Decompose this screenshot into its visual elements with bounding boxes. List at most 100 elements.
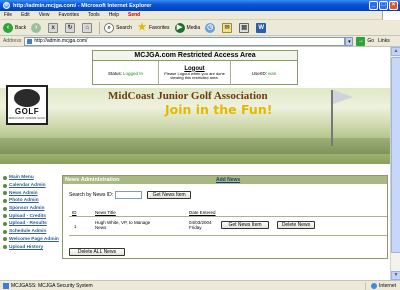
search-label: Search: [116, 24, 132, 31]
history-icon: ◷: [205, 22, 216, 33]
window-title: http://admin.mcjga.com/ - Microsoft Inte…: [13, 2, 152, 9]
row-delete-news-button[interactable]: Delete News: [277, 221, 315, 229]
printer-icon: ▤: [239, 22, 250, 33]
go-arrow-icon: →: [356, 36, 366, 46]
menu-view[interactable]: View: [39, 12, 50, 18]
sidebar-item-main-menu[interactable]: Main Menu: [3, 174, 58, 182]
minimize-button[interactable]: _: [369, 1, 378, 10]
favorites-label: Favorites: [148, 24, 170, 31]
security-zone: Internet: [365, 282, 396, 290]
sidebar-item-sponsor-admin[interactable]: Sponsor Admin: [3, 205, 58, 213]
favorites-button[interactable]: ★ Favorites: [137, 22, 170, 33]
association-name: MidCoast Junior Golf Association: [108, 90, 268, 102]
close-button[interactable]: ×: [389, 1, 398, 10]
menu-edit[interactable]: Edit: [21, 12, 30, 18]
bullet-icon: [3, 175, 7, 180]
title-bar: e http://admin.mcjga.com/ - Microsoft In…: [0, 0, 400, 11]
address-bar: Address http://admin.mcjga.com/ ▾ → Go L…: [0, 36, 400, 47]
media-icon: ▶: [174, 22, 185, 33]
menu-file[interactable]: File: [4, 12, 12, 18]
toolbar-separator: [99, 21, 101, 34]
maximize-button[interactable]: □: [379, 1, 388, 10]
userid-label: UserID:: [251, 70, 267, 76]
scrollbar-thumb[interactable]: [391, 57, 400, 253]
status-label: Status:: [107, 70, 122, 76]
sidebar-item-upload-history[interactable]: Upload History: [3, 243, 58, 251]
history-button[interactable]: ◷: [205, 22, 217, 33]
sidebar-item-news-admin[interactable]: News Admin: [3, 189, 58, 197]
sidebar-item-calendar-admin[interactable]: Calendar Admin: [3, 182, 58, 190]
column-date-entered: Date Entered: [189, 210, 216, 215]
banner-fairway: [0, 154, 390, 164]
sidebar-item-label: Calendar Admin: [9, 183, 46, 189]
go-button[interactable]: → Go: [356, 36, 375, 46]
mail-button[interactable]: ✉: [222, 22, 234, 33]
globe-icon: [371, 283, 378, 289]
sidebar-item-label: Upload - Credits: [9, 213, 47, 219]
menu-tools[interactable]: Tools: [88, 12, 100, 18]
logout-cell: Logout Please Logout when you are done v…: [159, 61, 231, 85]
logout-note: Please Logout when you are done viewing …: [164, 70, 225, 80]
logo-golf-text: GOLF: [14, 107, 40, 116]
access-row: Status: Logged In Logout Please Logout w…: [93, 61, 297, 85]
get-news-item-button[interactable]: Get News Item: [147, 191, 192, 199]
access-title: MCJGA.com Restricted Access Area: [93, 51, 297, 61]
links-button[interactable]: Links: [378, 38, 390, 44]
scroll-up-button[interactable]: ▲: [391, 47, 400, 56]
sidebar-item-welcome-page-admin[interactable]: Welcome Page Admin: [3, 236, 59, 244]
delete-all-news-button[interactable]: Delete ALL News: [69, 248, 125, 256]
menu-favorites[interactable]: Favorites: [58, 12, 79, 18]
go-label: Go: [367, 38, 375, 44]
forward-button[interactable]: ›: [31, 22, 43, 33]
row-title: Hugh White, VP, to Manage News: [95, 220, 151, 230]
word-icon: W: [256, 22, 267, 33]
news-id-input[interactable]: [115, 191, 143, 199]
bullet-icon: [3, 183, 7, 188]
sidebar-item-label: Upload - Results: [9, 221, 47, 227]
refresh-button[interactable]: ↻: [65, 22, 77, 33]
windows-logo: [382, 11, 400, 20]
norton-send-button[interactable]: Send: [128, 12, 140, 18]
sidebar-item-schedule-admin[interactable]: Schedule Admin: [3, 228, 58, 236]
sidebar-item-label: Main Menu: [9, 175, 34, 181]
print-button[interactable]: ▤: [239, 22, 251, 33]
sidebar-item-label: Sponsor Admin: [9, 206, 45, 212]
vertical-scrollbar[interactable]: ▲ ▼: [390, 47, 400, 280]
add-news-link[interactable]: Add News: [216, 177, 240, 183]
panel-title: News Administration: [65, 177, 120, 183]
table-header: ID News Title Date Entered: [69, 209, 387, 217]
address-label: Address: [3, 38, 22, 44]
news-admin-panel: News Administration Add News Search by N…: [62, 175, 388, 259]
sidebar-item-photo-admin[interactable]: Photo Admin: [3, 197, 58, 205]
menu-help[interactable]: Help: [109, 12, 119, 18]
column-news-title: News Title: [95, 210, 116, 215]
status-value: Logged In: [122, 70, 144, 76]
search-button[interactable]: ⌕ Search: [104, 22, 132, 33]
refresh-icon: ↻: [65, 22, 76, 33]
scroll-down-button[interactable]: ▼: [391, 271, 400, 280]
edit-button[interactable]: W: [256, 22, 268, 33]
forward-arrow-icon: ›: [31, 22, 42, 33]
stop-icon: x: [48, 22, 59, 33]
sidebar-item-upload-results[interactable]: Upload - Results: [3, 220, 58, 228]
toolbar: ‹ Back › x ↻ ⌂ ⌕ Search ★ Favorites ▶ Me…: [0, 20, 400, 36]
table-row: 1 Hugh White, VP, to Manage News 04/03/2…: [69, 217, 387, 236]
back-button[interactable]: ‹ Back: [3, 22, 27, 33]
home-button[interactable]: ⌂: [82, 22, 94, 33]
status-text: MCJGASS: MCJGA Security System: [11, 282, 93, 289]
sidebar-item-upload-credits[interactable]: Upload - Credits: [3, 212, 58, 220]
search-by-id-label: Search by News ID:: [69, 192, 114, 198]
address-input[interactable]: http://admin.mcjga.com/: [24, 36, 346, 46]
media-button[interactable]: ▶ Media: [174, 22, 200, 33]
row-get-news-item-button[interactable]: Get News Item: [221, 221, 269, 229]
status-bar: MCJGASS: MCJGA Security System Internet: [0, 280, 400, 290]
search-icon: ⌕: [104, 22, 115, 33]
back-arrow-icon: ‹: [3, 22, 13, 33]
address-dropdown-button[interactable]: ▾: [345, 36, 354, 46]
stop-button[interactable]: x: [48, 22, 60, 33]
back-label: Back: [15, 24, 27, 31]
page-icon: [27, 38, 33, 44]
zone-label: Internet: [379, 283, 396, 289]
logo-sub-text: MIDCOAST JUNIOR GOLF: [8, 116, 46, 120]
bullet-icon: [3, 198, 7, 203]
